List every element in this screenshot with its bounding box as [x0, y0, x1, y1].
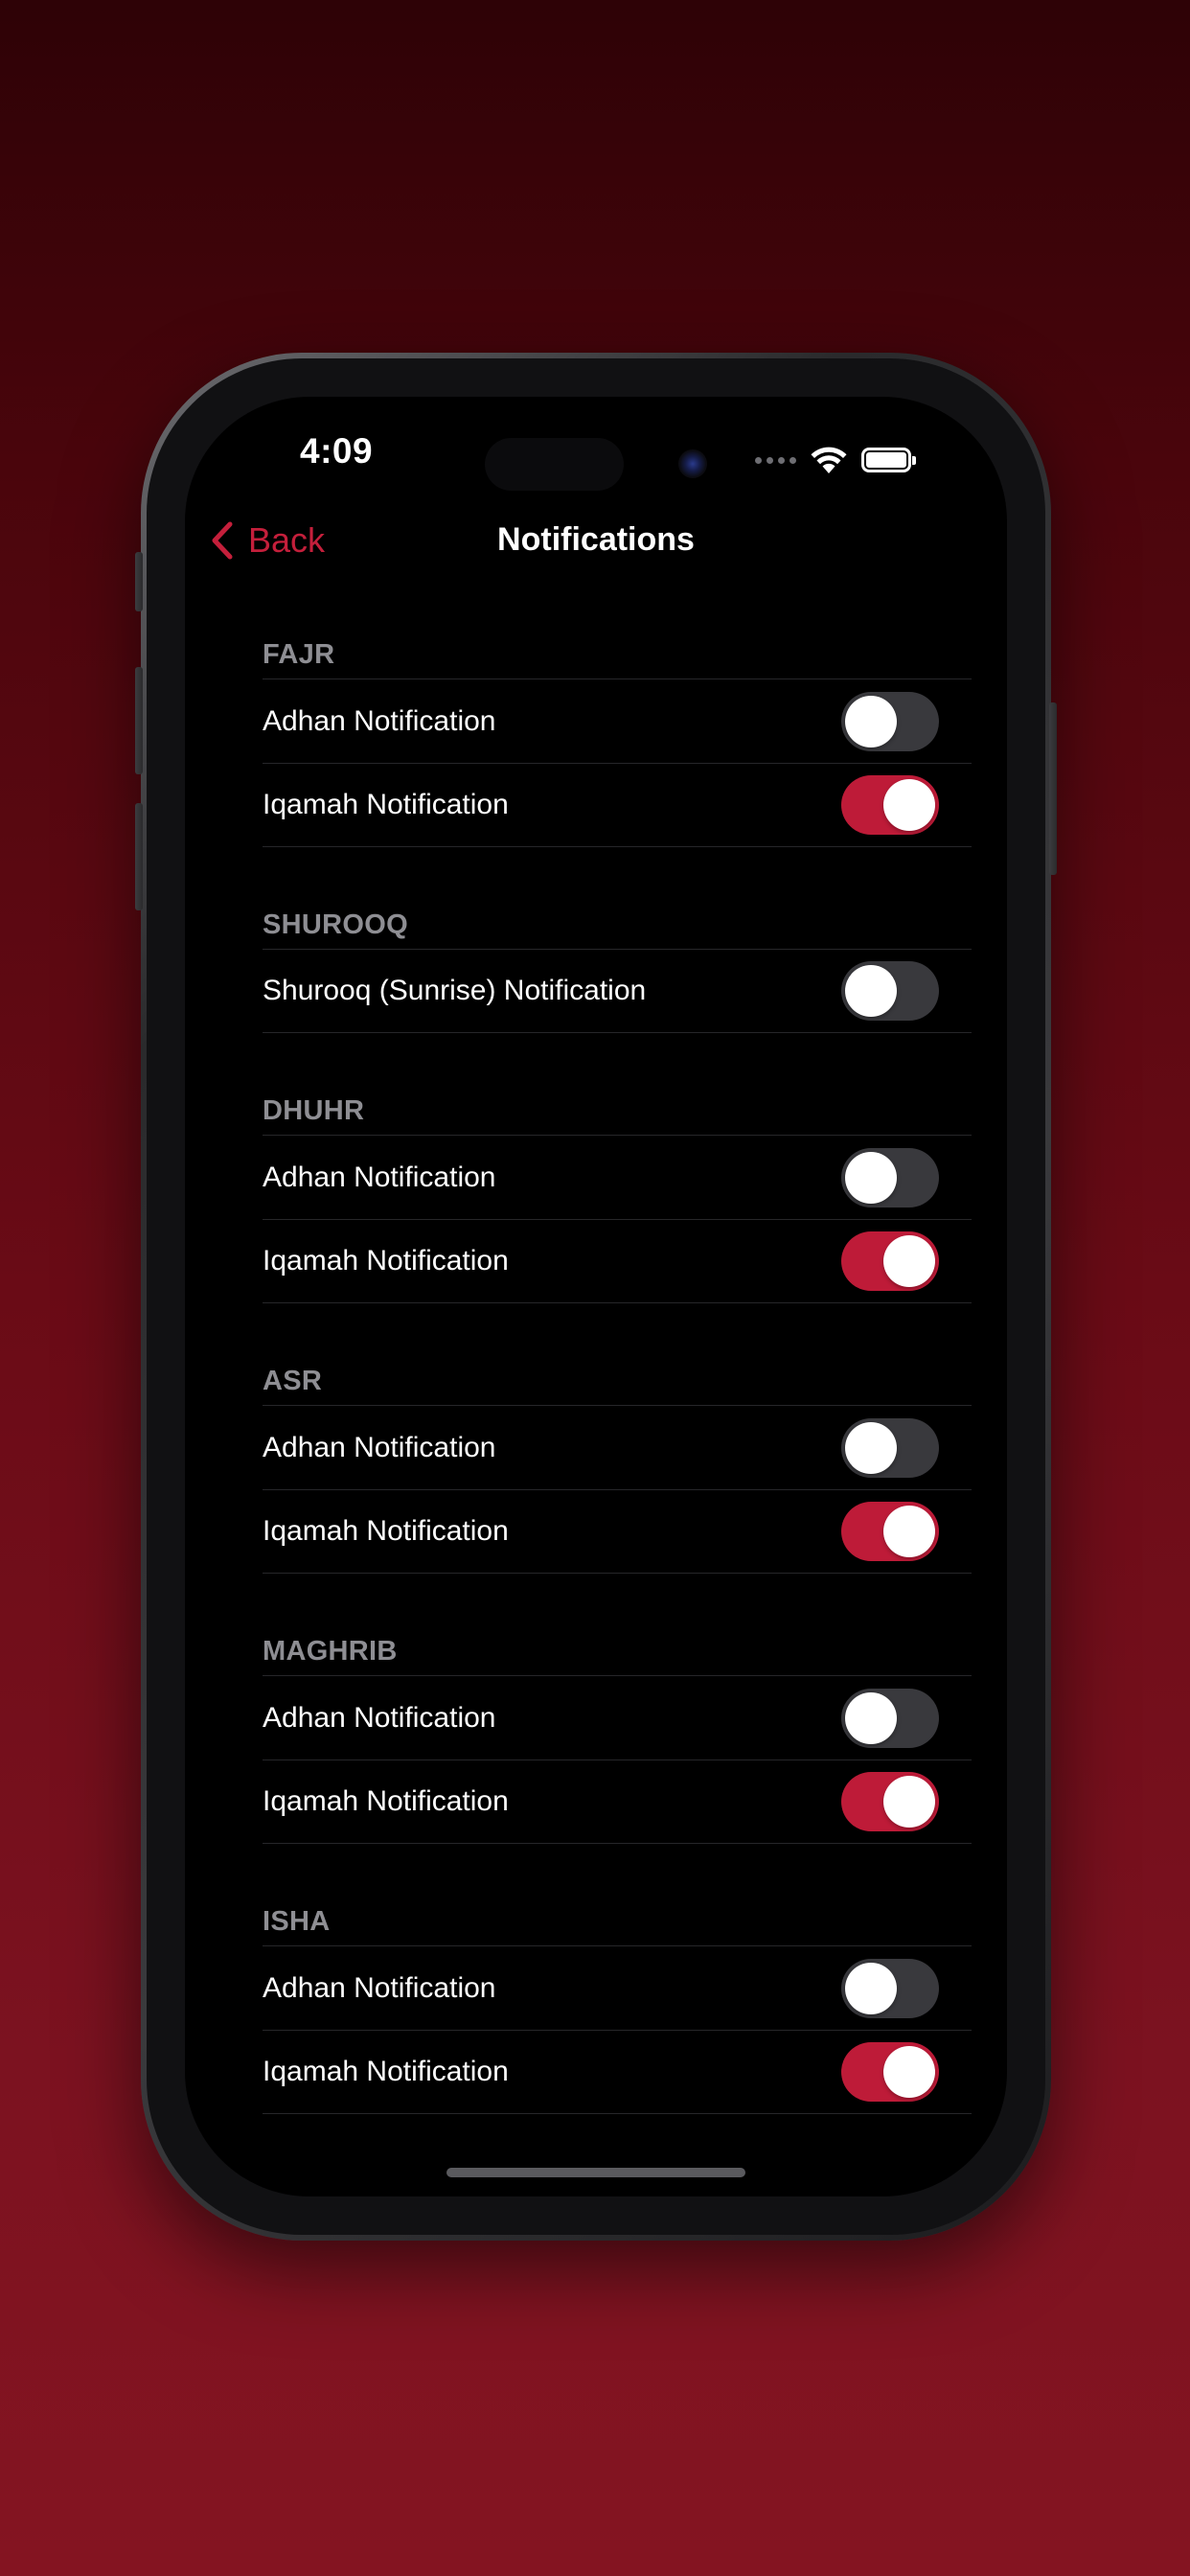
notification-toggle[interactable] — [841, 961, 939, 1021]
section-dhuhr: DHUHR Adhan Notification Iqamah Notificati… — [185, 1087, 1007, 1303]
screen: 4:09 Back Notifications FAJR Adhan Notif… — [185, 397, 1007, 2196]
section-maghrib: MAGHRIB Adhan Notification Iqamah Notifica… — [185, 1627, 1007, 1844]
list-item: Adhan Notification — [263, 1135, 972, 1219]
row-label: Adhan Notification — [263, 1431, 496, 1463]
row-label: Iqamah Notification — [263, 2056, 509, 2087]
toggle-knob — [845, 965, 897, 1017]
toggle-knob — [845, 1962, 897, 2014]
list-item: Adhan Notification — [263, 678, 972, 763]
notification-toggle[interactable] — [841, 1147, 939, 1208]
toggle-knob — [883, 1776, 935, 1828]
power-button — [1049, 702, 1057, 875]
notification-toggle[interactable] — [841, 1231, 939, 1291]
list-item: Iqamah Notification — [263, 1489, 972, 1574]
row-label: Iqamah Notification — [263, 1245, 509, 1276]
phone-bezel: 4:09 Back Notifications FAJR Adhan Notif… — [147, 358, 1045, 2235]
row-label: Adhan Notification — [263, 704, 496, 737]
cellular-signal-icon — [755, 456, 796, 464]
battery-icon — [861, 448, 916, 472]
row-label: Shurooq (Sunrise) Notification — [263, 975, 647, 1006]
toggle-knob — [883, 1506, 935, 1557]
silent-switch — [135, 552, 143, 611]
section-header: MAGHRIB — [263, 1636, 398, 1667]
row-label: Iqamah Notification — [263, 1785, 509, 1817]
status-icons — [755, 441, 916, 479]
toggle-knob — [883, 1235, 935, 1287]
settings-list: FAJR Adhan Notification Iqamah Notificatio… — [185, 631, 1007, 2168]
row-label: Adhan Notification — [263, 1971, 496, 2004]
toggle-knob — [845, 695, 897, 748]
toggle-knob — [845, 1151, 897, 1204]
section-shurooq: SHUROOQ Shurooq (Sunrise) Notification — [185, 901, 1007, 1033]
toggle-knob — [845, 1691, 897, 1744]
toggle-knob — [845, 1421, 897, 1474]
home-indicator[interactable] — [446, 2168, 745, 2177]
section-header: ISHA — [263, 1906, 331, 1937]
list-item: Adhan Notification — [263, 1945, 972, 2030]
notification-toggle[interactable] — [841, 1417, 939, 1478]
row-label: Adhan Notification — [263, 1161, 496, 1193]
list-item: Iqamah Notification — [263, 1219, 972, 1303]
notification-toggle[interactable] — [841, 691, 939, 751]
list-item: Iqamah Notification — [263, 763, 972, 847]
page-title: Notifications — [497, 521, 695, 558]
section-isha: ISHA Adhan Notification Iqamah Notificatio… — [185, 1898, 1007, 2114]
status-time: 4:09 — [300, 431, 374, 471]
list-item: Iqamah Notification — [263, 2030, 972, 2114]
section-fajr: FAJR Adhan Notification Iqamah Notificatio… — [185, 631, 1007, 847]
notification-toggle[interactable] — [841, 1502, 939, 1561]
list-item: Shurooq (Sunrise) Notification — [263, 949, 972, 1033]
list-item: Adhan Notification — [263, 1675, 972, 1760]
notification-toggle[interactable] — [841, 1958, 939, 2018]
volume-up-button — [135, 667, 143, 774]
toggle-knob — [883, 779, 935, 831]
section-header: SHUROOQ — [263, 909, 408, 940]
row-label: Iqamah Notification — [263, 789, 509, 820]
section-asr: ASR Adhan Notification Iqamah Notification — [185, 1357, 1007, 1574]
wifi-icon — [811, 447, 847, 473]
row-label: Adhan Notification — [263, 1701, 496, 1734]
list-item: Adhan Notification — [263, 1405, 972, 1489]
dynamic-island — [485, 438, 624, 491]
section-header: DHUHR — [263, 1095, 365, 1126]
notification-toggle[interactable] — [841, 2042, 939, 2102]
phone-frame: 4:09 Back Notifications FAJR Adhan Notif… — [135, 353, 1057, 2241]
notification-toggle[interactable] — [841, 1688, 939, 1748]
list-item: Iqamah Notification — [263, 1760, 972, 1844]
camera-indicator-icon — [678, 449, 707, 478]
row-label: Iqamah Notification — [263, 1515, 509, 1547]
notification-toggle[interactable] — [841, 775, 939, 835]
section-header: FAJR — [263, 639, 335, 670]
volume-down-button — [135, 803, 143, 910]
section-header: ASR — [263, 1366, 323, 1396]
toggle-knob — [883, 2046, 935, 2098]
notification-toggle[interactable] — [841, 1772, 939, 1831]
